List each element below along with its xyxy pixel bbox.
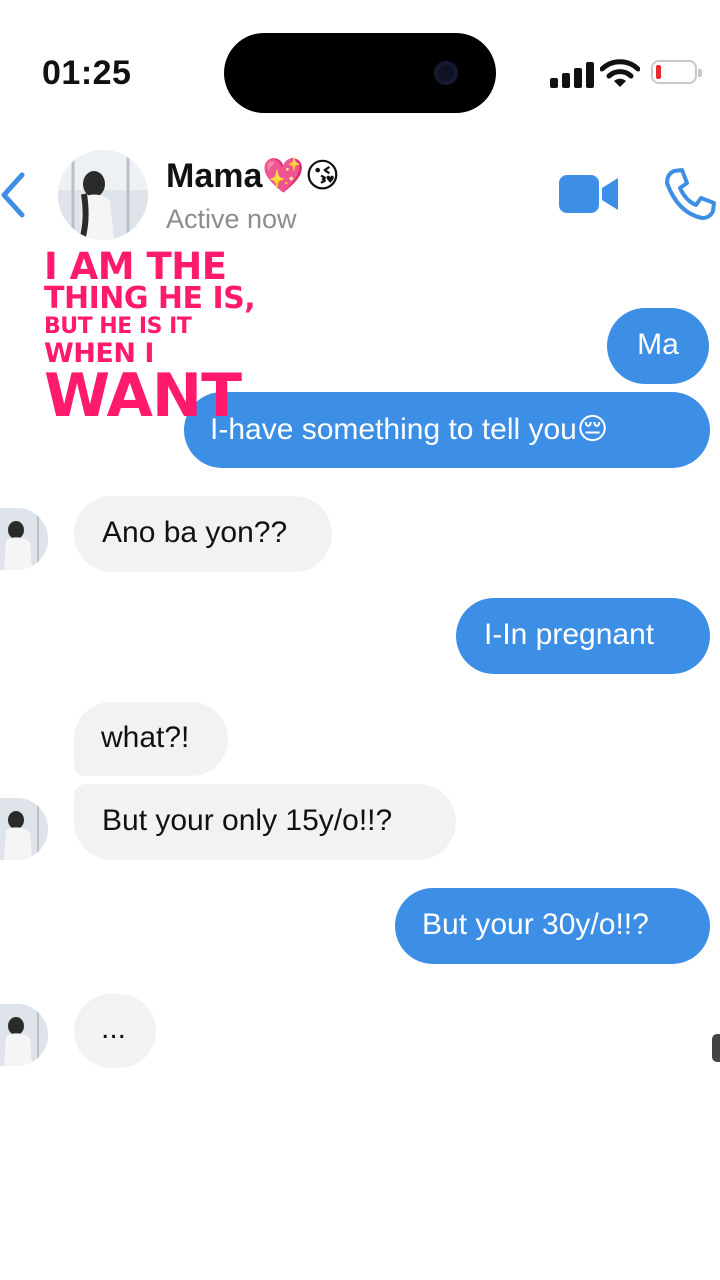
typing-indicator-bubble: ... (74, 994, 156, 1068)
message-bubble-received[interactable]: But your only 15y/o!!? (74, 784, 456, 860)
overlay-caption-line: WANT (44, 361, 242, 431)
contact-avatar[interactable] (58, 150, 148, 240)
overlay-caption-line: I AM THE (44, 245, 227, 288)
chevron-left-icon[interactable] (0, 172, 30, 218)
battery-icon (651, 60, 702, 84)
phone-icon[interactable] (664, 168, 716, 220)
status-time: 01:25 (42, 54, 132, 92)
seen-avatar-indicator (712, 1034, 720, 1062)
wifi-icon (600, 59, 640, 87)
contact-avatar-small[interactable] (0, 508, 48, 570)
message-bubble-received[interactable]: Ano ba yon?? (74, 496, 332, 572)
message-bubble-received[interactable]: what?! (74, 702, 228, 776)
contact-avatar-small[interactable] (0, 1004, 48, 1066)
message-bubble-sent[interactable]: But your 30y/o!!? (395, 888, 710, 964)
message-bubble-sent[interactable]: I-In pregnant (456, 598, 710, 674)
message-bubble-sent[interactable]: Ma (607, 308, 709, 384)
active-status: Active now (166, 204, 297, 234)
contact-avatar-small[interactable] (0, 798, 48, 860)
overlay-caption-line: BUT HE IS IT (44, 314, 192, 339)
message-bubble-sent[interactable]: I-have something to tell you😔 (184, 392, 710, 468)
camera-icon (434, 61, 458, 85)
overlay-caption-line: THING HE IS, (44, 281, 256, 316)
contact-name[interactable]: Mama💖😘 (166, 156, 340, 196)
dynamic-island (224, 33, 496, 113)
video-call-icon[interactable] (558, 172, 620, 216)
cellular-signal-icon (550, 62, 594, 88)
